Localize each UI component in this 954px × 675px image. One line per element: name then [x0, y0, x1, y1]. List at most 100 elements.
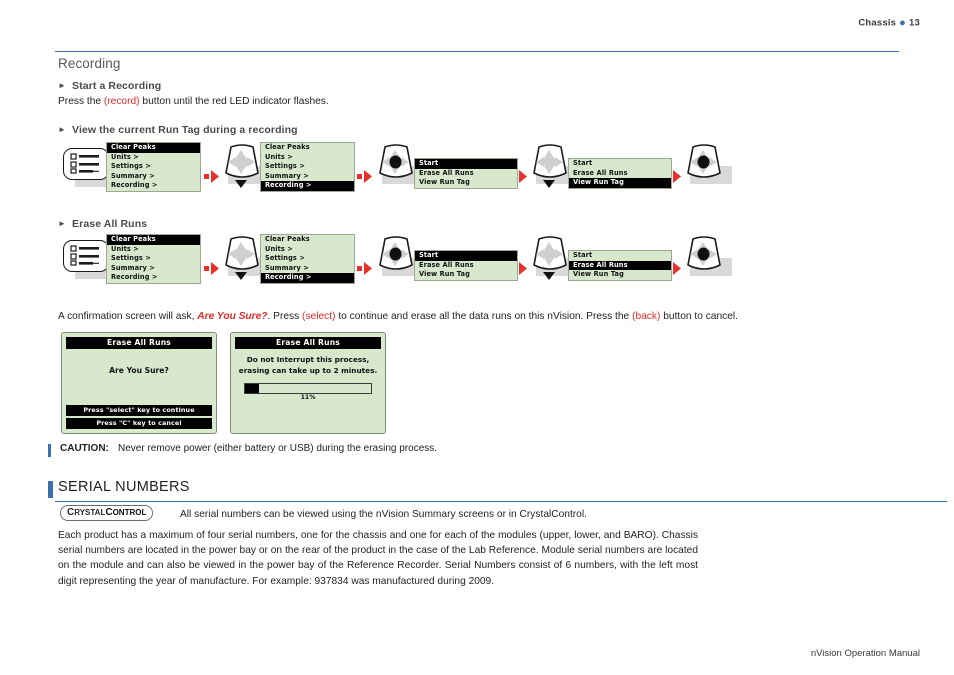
- view-run-tag-lcd-recording-final: Start Erase All Runs View Run Tag: [568, 158, 672, 189]
- erase-all-runs-keypad-select-2[interactable]: [683, 235, 725, 288]
- lcd-menu-item: Settings >: [265, 254, 305, 263]
- lcd-menu-item: Summary >: [111, 263, 155, 272]
- document-page: Chassis ● 13 Recording ► Start a Recording …: [0, 0, 954, 675]
- confirmation-paragraph: A confirmation screen will ask, Are You …: [58, 309, 918, 324]
- recording-section-rule: [55, 51, 899, 52]
- lcd-menu-item: Clear Peaks: [107, 143, 200, 153]
- start-recording-instruction: Press the (record) button until the red …: [58, 94, 329, 109]
- lcd-menu-item: Clear Peaks: [265, 143, 310, 151]
- erase-all-runs-lcd-main-selected: Clear Peaks Units > Settings > Summary > Rec…: [260, 234, 355, 284]
- lcd-menu-item: Start: [415, 251, 517, 261]
- lcd-menu-item: Start: [415, 159, 517, 169]
- lcd-menu-item: Recording >: [261, 181, 354, 191]
- triangle-bullet-icon: ►: [58, 125, 67, 134]
- lcd-menu-item: Start: [573, 159, 593, 167]
- panel-are-you-sure-title: Erase All Runs: [66, 337, 212, 349]
- running-head-bullet-icon: ●: [899, 17, 907, 29]
- lcd-menu-item: Settings >: [111, 162, 151, 171]
- lcd-menu-item: Units >: [265, 152, 293, 161]
- flow-arrow-icon: [357, 262, 373, 275]
- running-head-page-number: 13: [909, 17, 920, 29]
- view-run-tag-lcd-recording-start: Start Erase All Runs View Run Tag: [414, 158, 518, 189]
- logo-rystal: RYSTAL: [74, 508, 106, 517]
- lcd-menu-item: Settings >: [111, 254, 151, 263]
- logo-ontrol: ONTROL: [112, 508, 147, 517]
- lcd-menu-item: Clear Peaks: [107, 235, 200, 245]
- running-head: Chassis ● 13: [858, 17, 920, 29]
- heading-accent-bar: [48, 481, 53, 498]
- subheading-start-a-recording: ► Start a Recording: [58, 80, 161, 92]
- subheading-erase-all-runs: ► Erase All Runs: [58, 218, 147, 230]
- confirm-text-4: button to cancel.: [660, 311, 738, 322]
- start-instruction-suffix: button until the red LED indicator flash…: [139, 96, 329, 107]
- lcd-menu-item: Erase All Runs: [419, 260, 474, 269]
- confirm-emphasis: Are You Sure?: [197, 311, 268, 322]
- lcd-menu-item: Summary >: [265, 263, 309, 272]
- lcd-menu-item: Units >: [265, 244, 293, 253]
- panel-button-continue[interactable]: Press "select" key to continue: [66, 405, 212, 416]
- erase-all-runs-keypad-down-1[interactable]: [221, 235, 263, 288]
- footer-text: nVision Operation Manual: [810, 648, 920, 659]
- lcd-menu-item: View Run Tag: [569, 178, 671, 188]
- lcd-menu-item: View Run Tag: [419, 178, 470, 187]
- key-select: (select): [302, 311, 336, 322]
- view-run-tag-lcd-main-selected: Clear Peaks Units > Settings > Summary > Rec…: [260, 142, 355, 192]
- caution-bar-icon: [48, 444, 51, 457]
- flow-arrow-icon: [357, 170, 373, 183]
- subheading-erase-all-runs-label: Erase All Runs: [72, 218, 148, 230]
- lcd-menu-item: View Run Tag: [573, 270, 624, 279]
- crystalcontrol-logo: CRYSTALCONTROL: [60, 505, 154, 521]
- panel-button-cancel[interactable]: Press "C" key to cancel: [66, 418, 212, 429]
- panel-are-you-sure: Erase All Runs Are You Sure? Press "sele…: [61, 332, 217, 434]
- erase-all-runs-keypad-down-2[interactable]: [529, 235, 571, 288]
- lcd-menu-item: View Run Tag: [419, 270, 470, 279]
- erase-all-runs-keypad-select-1[interactable]: [375, 235, 417, 288]
- view-run-tag-keypad-select-2[interactable]: [683, 143, 725, 196]
- start-instruction-prefix: Press the: [58, 96, 104, 107]
- lcd-menu-item: Erase All Runs: [573, 168, 628, 177]
- key-record: (record): [103, 96, 140, 107]
- triangle-bullet-icon: ►: [58, 81, 67, 90]
- view-run-tag-keypad-down-2[interactable]: [529, 143, 571, 196]
- erase-all-runs-lcd-recording-final: Start Erase All Runs View Run Tag: [568, 250, 672, 281]
- view-run-tag-lcd-main: Clear Peaks Units > Settings > Summary > Rec…: [106, 142, 201, 192]
- key-back: (back): [632, 311, 661, 322]
- progress-percent-label: 11%: [300, 394, 316, 401]
- lcd-menu-item: Clear Peaks: [265, 235, 310, 243]
- confirm-text-1: A confirmation screen will ask,: [58, 311, 198, 322]
- subheading-view-run-tag: ► View the current Run Tag during a recor…: [58, 124, 298, 136]
- subheading-view-run-tag-label: View the current Run Tag during a record…: [72, 124, 298, 136]
- erase-all-runs-lcd-main: Clear Peaks Units > Settings > Summary > Rec…: [106, 234, 201, 284]
- panel-are-you-sure-question: Are You Sure?: [109, 366, 169, 375]
- lcd-menu-item: Settings >: [265, 162, 305, 171]
- confirm-text-2: . Press: [267, 311, 303, 322]
- lcd-menu-item: Recording >: [111, 273, 158, 282]
- logo-c2: C: [105, 507, 113, 518]
- recording-section-title: Recording: [58, 56, 121, 71]
- lcd-menu-item: Erase All Runs: [419, 168, 474, 177]
- lcd-menu-item: Summary >: [265, 171, 309, 180]
- lcd-menu-item: Erase All Runs: [569, 260, 671, 271]
- lcd-menu-item: Summary >: [111, 171, 155, 180]
- view-run-tag-keypad-down-1[interactable]: [221, 143, 263, 196]
- lcd-menu-item: Recording >: [261, 273, 354, 283]
- panel-erasing-message: Do not Interrupt this process, erasing c…: [237, 354, 379, 376]
- serial-numbers-heading: SERIAL NUMBERS: [58, 479, 190, 495]
- serial-numbers-rule: [55, 501, 947, 502]
- lcd-menu-item: Recording >: [111, 181, 158, 190]
- erase-all-runs-lcd-recording-start: Start Erase All Runs View Run Tag: [414, 250, 518, 281]
- view-run-tag-keypad-select-1[interactable]: [375, 143, 417, 196]
- subheading-start-a-recording-label: Start a Recording: [72, 80, 162, 92]
- flow-arrow-icon: [204, 262, 220, 275]
- lcd-menu-item: Units >: [111, 152, 139, 161]
- running-head-label: Chassis: [858, 17, 897, 29]
- panel-erasing-message-line2: erasing can take up to 2 minutes.: [238, 366, 378, 375]
- panel-erasing-progress: Erase All Runs Do not Interrupt this pro…: [230, 332, 386, 434]
- panel-erasing-message-line1: Do not Interrupt this process,: [246, 355, 370, 364]
- confirm-text-3: to continue and erase all the data runs …: [335, 311, 633, 322]
- triangle-bullet-icon: ►: [58, 219, 67, 228]
- caution-text: Never remove power (either battery or US…: [118, 443, 438, 454]
- flow-arrow-icon: [204, 170, 220, 183]
- panel-erasing-title: Erase All Runs: [235, 337, 381, 349]
- lcd-menu-item: Start: [573, 251, 593, 259]
